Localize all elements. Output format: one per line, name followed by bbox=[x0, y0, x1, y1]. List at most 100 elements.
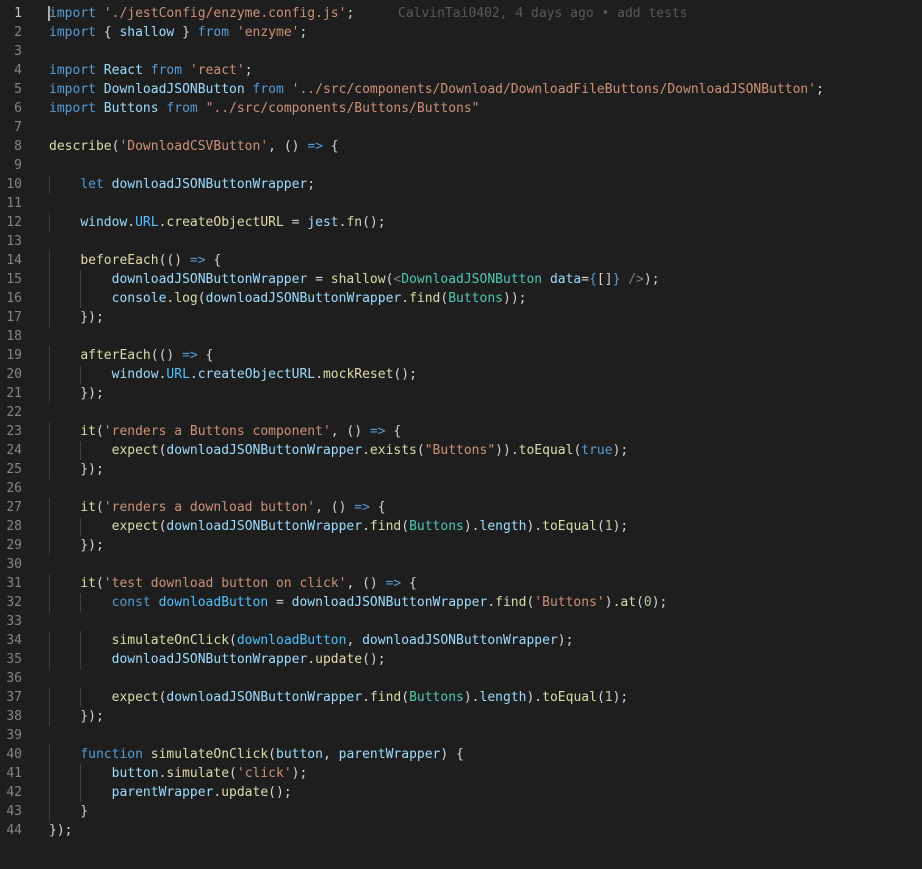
code-line[interactable]: 1 import './jestConfig/enzyme.config.js';… bbox=[0, 4, 922, 23]
code-token: afterEach bbox=[80, 348, 151, 363]
line-number: 3 bbox=[14, 44, 22, 59]
code-line[interactable]: 20 window.URL.createObjectURL.mockReset(… bbox=[0, 365, 922, 384]
line-number: 28 bbox=[6, 519, 22, 534]
code-line[interactable]: 44}); bbox=[0, 821, 922, 840]
git-blame-annotation: CalvinTai0402, 4 days ago • add tests bbox=[398, 6, 688, 21]
code-line[interactable]: 24 expect (downloadJSONButtonWrapper.exis… bbox=[0, 441, 922, 460]
code-line[interactable]: 18 bbox=[0, 327, 922, 346]
code-token: const bbox=[111, 595, 151, 610]
code-lines[interactable]: 1 import './jestConfig/enzyme.config.js';… bbox=[0, 4, 922, 840]
code-line[interactable]: 23 it('renders a Buttons component', () … bbox=[0, 422, 922, 441]
line-code: }); bbox=[49, 536, 104, 555]
code-token: { bbox=[95, 25, 120, 40]
line-code: } bbox=[49, 802, 88, 821]
code-line[interactable]: 9 bbox=[0, 156, 922, 175]
code-token: . bbox=[487, 595, 496, 610]
line-number: 43 bbox=[6, 804, 22, 819]
code-token: downloadJSONButtonWrapper bbox=[166, 443, 363, 458]
code-token: it bbox=[80, 576, 96, 591]
line-number: 24 bbox=[6, 443, 22, 458]
code-token: , () bbox=[315, 500, 355, 515]
code-line[interactable]: 34 simulateOnClick(downloadButton, downl… bbox=[0, 631, 922, 650]
code-line[interactable]: 32 const downloadButton = downloadJSONBu… bbox=[0, 593, 922, 612]
code-line[interactable]: 10 let downloadJSONButtonWrapper; bbox=[0, 175, 922, 194]
code-token: ); bbox=[612, 519, 629, 534]
code-line[interactable]: 22 bbox=[0, 403, 922, 422]
code-token: ). bbox=[463, 690, 480, 705]
code-line[interactable]: 27 it('renders a download button', () =>… bbox=[0, 498, 922, 517]
code-line[interactable]: 7 bbox=[0, 118, 922, 137]
code-line[interactable]: 15 downloadJSONButtonWrapper = shallow(<… bbox=[0, 270, 922, 289]
code-line[interactable]: 37 expect (downloadJSONButtonWrapper.find… bbox=[0, 688, 922, 707]
code-line[interactable]: 35 downloadJSONButtonWrapper.update(); bbox=[0, 650, 922, 669]
code-line[interactable]: 33 bbox=[0, 612, 922, 631]
code-line[interactable]: 5 import DownloadJSONButton from '../src/… bbox=[0, 80, 922, 99]
line-number: 10 bbox=[6, 177, 22, 192]
code-line[interactable]: 11 bbox=[0, 194, 922, 213]
line-code: let downloadJSONButtonWrapper; bbox=[49, 175, 315, 194]
code-token: downloadJSONButtonWrapper bbox=[111, 177, 308, 192]
line-number: 21 bbox=[6, 386, 22, 401]
code-line[interactable]: 40 function simulateOnClick(button, pare… bbox=[0, 745, 922, 764]
code-token: jest bbox=[307, 215, 339, 230]
code-line[interactable]: 31 it('test download button on click', (… bbox=[0, 574, 922, 593]
line-number: 23 bbox=[6, 424, 22, 439]
code-editor[interactable]: 1 import './jestConfig/enzyme.config.js';… bbox=[0, 0, 922, 869]
code-line[interactable]: 6 import Buttons from "../src/components/… bbox=[0, 99, 922, 118]
code-token: 'Buttons' bbox=[534, 595, 605, 610]
code-token: Buttons bbox=[409, 690, 464, 705]
line-number: 9 bbox=[14, 158, 22, 173]
code-token: expect bbox=[111, 443, 159, 458]
code-line[interactable]: 14 beforeEach(() => { bbox=[0, 251, 922, 270]
code-line[interactable]: 3 bbox=[0, 42, 922, 61]
code-line[interactable]: 36 bbox=[0, 669, 922, 688]
code-line[interactable]: 13 bbox=[0, 232, 922, 251]
code-line[interactable]: 42 parentWrapper.update(); bbox=[0, 783, 922, 802]
code-line[interactable]: 39 bbox=[0, 726, 922, 745]
code-line[interactable]: 38 }); bbox=[0, 707, 922, 726]
line-number: 39 bbox=[6, 728, 22, 743]
code-token: React bbox=[103, 63, 143, 78]
code-line[interactable]: 29 }); bbox=[0, 536, 922, 555]
code-token: downloadJSONButtonWrapper bbox=[166, 519, 363, 534]
code-token: console bbox=[111, 291, 167, 306]
code-line[interactable]: 41 button.simulate('click'); bbox=[0, 764, 922, 783]
code-token: describe bbox=[49, 139, 112, 154]
code-line[interactable]: 28 expect (downloadJSONButtonWrapper.find… bbox=[0, 517, 922, 536]
code-line[interactable]: 4 import React from 'react'; bbox=[0, 61, 922, 80]
code-token: ); bbox=[612, 443, 629, 458]
code-line[interactable]: 16 console. log(downloadJSONButtonWrapper… bbox=[0, 289, 922, 308]
code-line[interactable]: 8 describe('DownloadCSVButton', () => { bbox=[0, 137, 922, 156]
code-token: downloadJSONButtonWrapper bbox=[291, 595, 488, 610]
line-number: 41 bbox=[6, 766, 22, 781]
code-token: }); bbox=[49, 310, 104, 325]
code-token: import bbox=[49, 25, 96, 40]
code-token: find bbox=[369, 519, 402, 534]
code-line[interactable]: 12 window.URL.createObjectURL = jest.fn(… bbox=[0, 213, 922, 232]
code-token: createObjectURL bbox=[197, 367, 316, 382]
code-token: it bbox=[80, 500, 96, 515]
code-line[interactable]: 17 }); bbox=[0, 308, 922, 327]
code-token: shallow bbox=[330, 272, 386, 287]
code-line[interactable]: 25 }); bbox=[0, 460, 922, 479]
code-line[interactable]: 30 bbox=[0, 555, 922, 574]
code-line[interactable]: 26 bbox=[0, 479, 922, 498]
code-token: (); bbox=[268, 785, 292, 800]
code-token: }); bbox=[49, 386, 104, 401]
code-token: , bbox=[346, 633, 363, 648]
code-token: = bbox=[581, 272, 590, 287]
line-number: 27 bbox=[6, 500, 22, 515]
line-code: import { shallow } from 'enzyme'; bbox=[49, 23, 307, 42]
code-line[interactable]: 21 }); bbox=[0, 384, 922, 403]
code-line[interactable]: 19 afterEach(() => { bbox=[0, 346, 922, 365]
code-line[interactable]: 43 } bbox=[0, 802, 922, 821]
code-line[interactable]: 2 import { shallow } from 'enzyme'; bbox=[0, 23, 922, 42]
